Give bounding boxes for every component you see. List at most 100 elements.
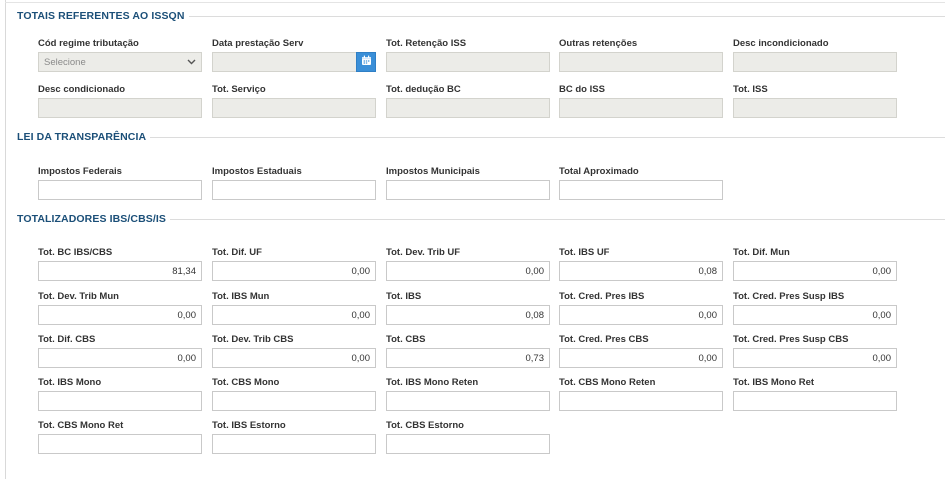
- field-label: Tot. IBS Mun: [212, 291, 270, 302]
- section-transparencia-title: LEI DA TRANSPARÊNCIA: [17, 131, 147, 143]
- section-divider: [188, 15, 945, 17]
- field-label: Tot. CBS Mono Reten: [559, 377, 656, 388]
- field-tot-ibs-estorno: Tot. IBS Estorno: [212, 420, 376, 454]
- field-tot-cbs-mono: Tot. CBS Mono: [212, 377, 376, 411]
- field-bc-do-iss: BC do ISS: [559, 84, 723, 118]
- outras-retencoes-input[interactable]: [559, 52, 723, 72]
- field-label: Tot. Dev. Trib Mun: [38, 291, 119, 302]
- field-label: Desc condicionado: [38, 84, 126, 95]
- tot-cbs-mono-ret-input[interactable]: [38, 434, 202, 454]
- section-ibs-cbs-header: TOTALIZADORES IBS/CBS/IS: [17, 213, 945, 225]
- tot-ibs-mono-ret-input[interactable]: [733, 391, 897, 411]
- section-divider: [150, 136, 945, 138]
- tot-dev-trib-cbs-input[interactable]: 0,00: [212, 348, 376, 368]
- field-label: Tot. Cred. Pres Susp IBS: [733, 291, 845, 302]
- field-tot-cred-pres-susp-cbs: Tot. Cred. Pres Susp CBS 0,00: [733, 334, 897, 368]
- field-impostos-municipais: Impostos Municipais: [386, 166, 550, 200]
- field-tot-iss: Tot. ISS: [733, 84, 897, 118]
- field-tot-dif-uf: Tot. Dif. UF 0,00: [212, 247, 376, 281]
- tot-retencao-iss-input[interactable]: [386, 52, 550, 72]
- tot-bc-ibs-cbs-input[interactable]: 81,34: [38, 261, 202, 281]
- field-label: Outras retenções: [559, 38, 638, 49]
- cod-regime-tributacao-select[interactable]: Selecione: [38, 52, 202, 72]
- field-tot-ibs-uf: Tot. IBS UF 0,08: [559, 247, 723, 281]
- field-label: Tot. Dif. UF: [212, 247, 262, 258]
- field-tot-servico: Tot. Serviço: [212, 84, 376, 118]
- field-label: Tot. CBS Mono Ret: [38, 420, 124, 431]
- field-label: Tot. IBS Mono Ret: [733, 377, 815, 388]
- tot-iss-input[interactable]: [733, 98, 897, 118]
- tot-cbs-mono-input[interactable]: [212, 391, 376, 411]
- field-tot-dif-mun: Tot. Dif. Mun 0,00: [733, 247, 897, 281]
- field-label: Tot. CBS: [386, 334, 426, 345]
- field-data-prestacao-serv: Data prestação Serv: [212, 38, 376, 72]
- field-label: Tot. IBS Mono Reten: [386, 377, 479, 388]
- field-label: Tot. Dev. Trib CBS: [212, 334, 294, 345]
- tot-ibs-mun-input[interactable]: 0,00: [212, 305, 376, 325]
- tot-dev-trib-uf-input[interactable]: 0,00: [386, 261, 550, 281]
- tot-dif-cbs-input[interactable]: 0,00: [38, 348, 202, 368]
- field-desc-incondicionado: Desc incondicionado: [733, 38, 897, 72]
- field-label: Tot. Retenção ISS: [386, 38, 467, 49]
- tot-cred-pres-susp-cbs-input[interactable]: 0,00: [733, 348, 897, 368]
- field-label: Data prestação Serv: [212, 38, 304, 49]
- tot-ibs-mono-input[interactable]: [38, 391, 202, 411]
- tot-ibs-input[interactable]: 0,08: [386, 305, 550, 325]
- tot-cred-pres-susp-ibs-input[interactable]: 0,00: [733, 305, 897, 325]
- field-label: Impostos Estaduais: [212, 166, 302, 177]
- section-transparencia-header: LEI DA TRANSPARÊNCIA: [17, 131, 945, 143]
- tot-dif-mun-input[interactable]: 0,00: [733, 261, 897, 281]
- field-label: Tot. dedução BC: [386, 84, 461, 95]
- tot-dev-trib-mun-input[interactable]: 0,00: [38, 305, 202, 325]
- field-tot-cbs-estorno: Tot. CBS Estorno: [386, 420, 550, 454]
- field-label: Tot. IBS UF: [559, 247, 610, 258]
- impostos-estaduais-input[interactable]: [212, 180, 376, 200]
- field-label: Tot. Dif. Mun: [733, 247, 790, 258]
- tot-deducao-bc-input[interactable]: [386, 98, 550, 118]
- data-prestacao-serv-input[interactable]: [212, 52, 356, 72]
- tot-cbs-input[interactable]: 0,73: [386, 348, 550, 368]
- field-label: Total Aproximado: [559, 166, 639, 177]
- field-label: Tot. CBS Estorno: [386, 420, 464, 431]
- date-input-group: [212, 52, 376, 72]
- tot-cred-pres-cbs-input[interactable]: 0,00: [559, 348, 723, 368]
- field-cod-regime-tributacao: Cód regime tributação Selecione: [38, 38, 202, 72]
- desc-condicionado-input[interactable]: [38, 98, 202, 118]
- impostos-municipais-input[interactable]: [386, 180, 550, 200]
- tot-cred-pres-ibs-input[interactable]: 0,00: [559, 305, 723, 325]
- section-ibs-cbs-title: TOTALIZADORES IBS/CBS/IS: [17, 213, 167, 225]
- tot-servico-input[interactable]: [212, 98, 376, 118]
- tot-ibs-uf-input[interactable]: 0,08: [559, 261, 723, 281]
- desc-incondicionado-input[interactable]: [733, 52, 897, 72]
- field-label: Tot. Serviço: [212, 84, 266, 95]
- impostos-federais-input[interactable]: [38, 180, 202, 200]
- page-border-top: [5, 2, 945, 3]
- field-total-aproximado: Total Aproximado: [559, 166, 723, 200]
- bc-do-iss-input[interactable]: [559, 98, 723, 118]
- section-issqn-title: TOTAIS REFERENTES AO ISSQN: [17, 10, 185, 22]
- field-impostos-federais: Impostos Federais: [38, 166, 202, 200]
- field-label: BC do ISS: [559, 84, 605, 95]
- tot-ibs-estorno-input[interactable]: [212, 434, 376, 454]
- field-tot-ibs: Tot. IBS 0,08: [386, 291, 550, 325]
- field-label: Impostos Federais: [38, 166, 122, 177]
- tot-cbs-estorno-input[interactable]: [386, 434, 550, 454]
- tot-dif-uf-input[interactable]: 0,00: [212, 261, 376, 281]
- calendar-button[interactable]: [356, 52, 376, 72]
- field-label: Tot. IBS Estorno: [212, 420, 286, 431]
- tot-cbs-mono-reten-input[interactable]: [559, 391, 723, 411]
- chevron-down-icon: [186, 57, 196, 67]
- field-label: Tot. ISS: [733, 84, 768, 95]
- field-label: Tot. Dev. Trib UF: [386, 247, 461, 258]
- field-tot-ibs-mono: Tot. IBS Mono: [38, 377, 202, 411]
- field-tot-dev-trib-uf: Tot. Dev. Trib UF 0,00: [386, 247, 550, 281]
- section-issqn-header: TOTAIS REFERENTES AO ISSQN: [17, 10, 945, 22]
- field-tot-cred-pres-ibs: Tot. Cred. Pres IBS 0,00: [559, 291, 723, 325]
- field-tot-dev-trib-cbs: Tot. Dev. Trib CBS 0,00: [212, 334, 376, 368]
- section-divider: [170, 218, 945, 220]
- field-tot-retencao-iss: Tot. Retenção ISS: [386, 38, 550, 72]
- total-aproximado-input[interactable]: [559, 180, 723, 200]
- field-label: Cód regime tributação: [38, 38, 139, 49]
- field-tot-ibs-mun: Tot. IBS Mun 0,00: [212, 291, 376, 325]
- tot-ibs-mono-reten-input[interactable]: [386, 391, 550, 411]
